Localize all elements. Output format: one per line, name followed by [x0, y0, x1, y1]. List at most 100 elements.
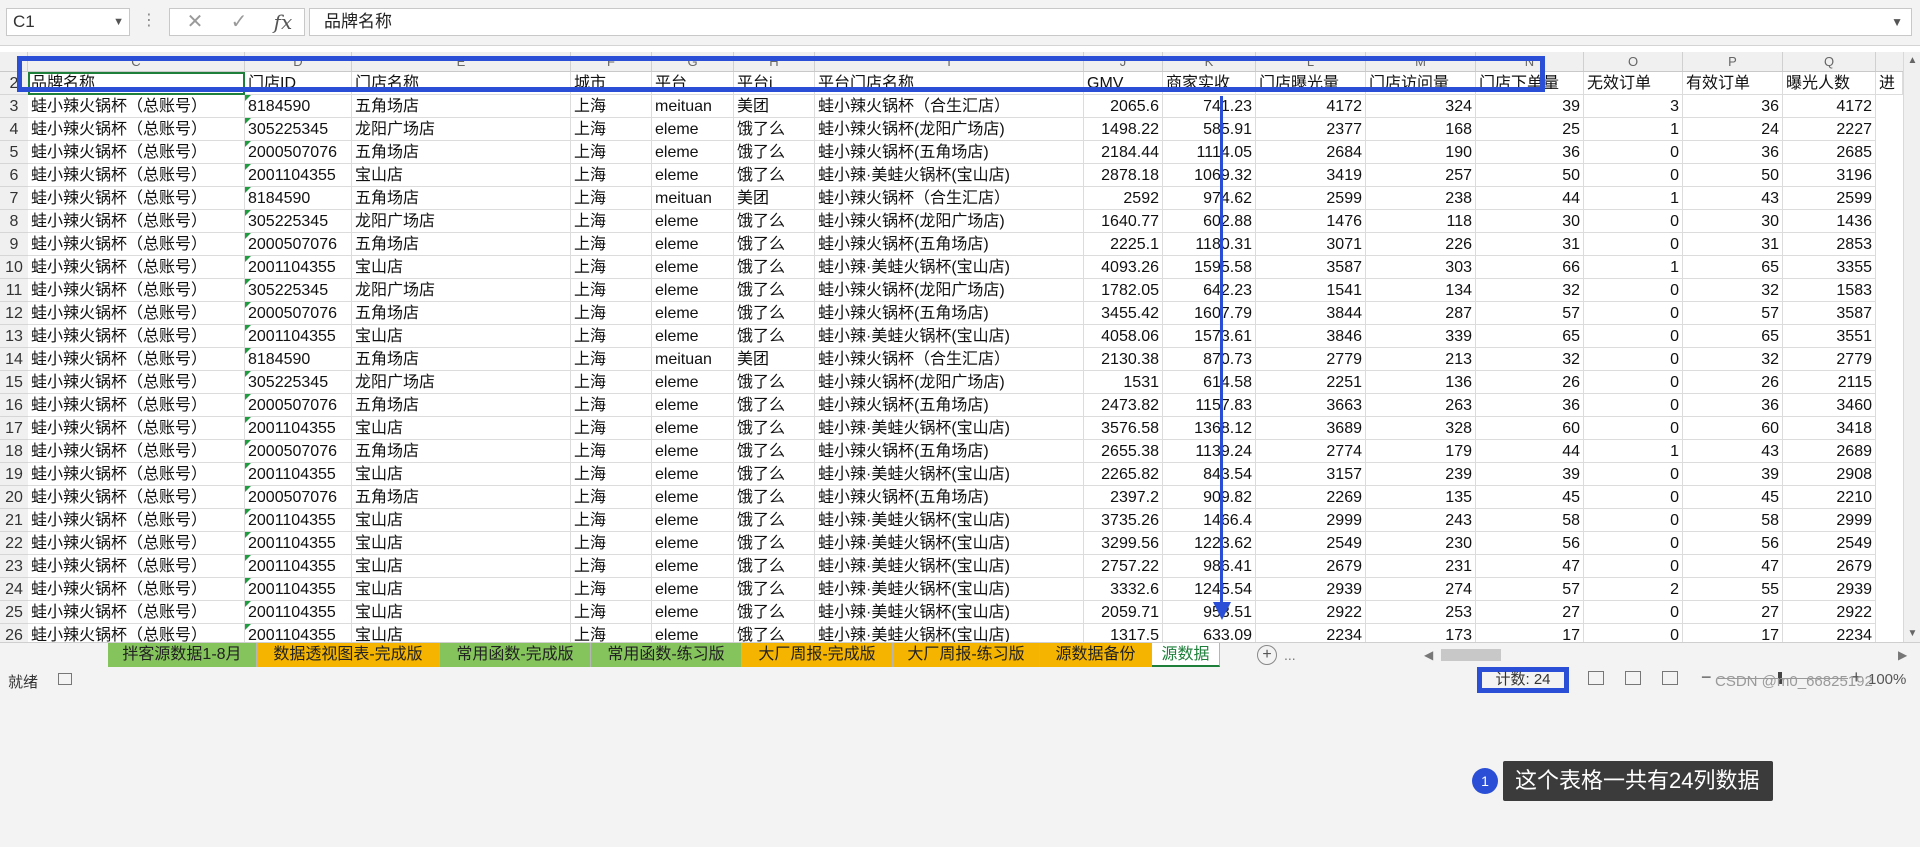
drag-handle-icon[interactable]: ⋮ — [141, 10, 157, 30]
table-cell[interactable]: 1223.62 — [1163, 532, 1256, 555]
sheet-tab[interactable]: 源数据备份 — [1040, 643, 1152, 667]
table-cell[interactable]: eleme — [652, 302, 734, 325]
table-cell[interactable]: 43 — [1683, 440, 1783, 463]
table-cell[interactable]: 蛙小辣火锅杯（总账号） — [28, 371, 245, 394]
table-cell[interactable]: 饿了么 — [734, 509, 815, 532]
table-cell[interactable]: 龙阳广场店 — [352, 371, 571, 394]
header-cell[interactable]: 有效订单 — [1683, 72, 1783, 95]
table-cell[interactable]: 339 — [1366, 325, 1476, 348]
table-cell[interactable]: 741.23 — [1163, 95, 1256, 118]
table-cell[interactable]: 宝山店 — [352, 417, 571, 440]
table-cell[interactable]: 0 — [1584, 325, 1683, 348]
table-cell[interactable]: 26 — [1683, 371, 1783, 394]
row-header-19[interactable]: 19 — [0, 463, 28, 486]
table-cell[interactable]: 3355 — [1783, 256, 1876, 279]
table-cell[interactable]: 蛙小辣·美蛙火锅杯(宝山店) — [815, 578, 1084, 601]
table-cell[interactable]: 上海 — [571, 348, 652, 371]
table-cell[interactable]: 26 — [1476, 371, 1584, 394]
table-cell[interactable]: 2001104355 — [245, 578, 352, 601]
table-cell[interactable]: 2000507076 — [245, 141, 352, 164]
table-cell[interactable]: 0 — [1584, 348, 1683, 371]
table-cell[interactable]: 1573.61 — [1163, 325, 1256, 348]
table-cell[interactable]: 324 — [1366, 95, 1476, 118]
table-cell[interactable]: 57 — [1476, 578, 1584, 601]
table-cell[interactable]: 蛙小辣火锅杯(五角场店) — [815, 141, 1084, 164]
table-cell[interactable]: 8184590 — [245, 95, 352, 118]
table-cell[interactable]: 上海 — [571, 95, 652, 118]
table-cell[interactable]: 287 — [1366, 302, 1476, 325]
table-cell[interactable]: 五角场店 — [352, 302, 571, 325]
table-cell[interactable]: 蛙小辣火锅杯（总账号） — [28, 302, 245, 325]
row-header-15[interactable]: 15 — [0, 371, 28, 394]
table-cell[interactable]: 2001104355 — [245, 325, 352, 348]
table-cell[interactable]: 宝山店 — [352, 532, 571, 555]
table-cell[interactable]: 上海 — [571, 118, 652, 141]
zoom-out-icon[interactable]: − — [1701, 667, 1712, 688]
table-cell[interactable]: 3196 — [1783, 164, 1876, 187]
table-cell[interactable]: 3663 — [1256, 394, 1366, 417]
vertical-scrollbar[interactable]: ▲ ▼ — [1903, 52, 1920, 642]
table-cell[interactable]: 47 — [1683, 555, 1783, 578]
table-cell[interactable]: 上海 — [571, 210, 652, 233]
table-cell[interactable]: 257 — [1366, 164, 1476, 187]
table-cell[interactable]: 蛙小辣火锅杯(五角场店) — [815, 233, 1084, 256]
table-cell[interactable]: 饿了么 — [734, 141, 815, 164]
table-cell[interactable]: eleme — [652, 279, 734, 302]
table-cell[interactable]: 2001104355 — [245, 601, 352, 624]
table-cell[interactable]: 饿了么 — [734, 302, 815, 325]
chevron-down-icon[interactable]: ▼ — [1891, 9, 1903, 35]
table-cell[interactable]: 宝山店 — [352, 509, 571, 532]
table-cell[interactable]: 2065.6 — [1084, 95, 1163, 118]
sheet-tab[interactable]: 大厂周报-完成版 — [742, 643, 893, 667]
table-cell[interactable]: 3846 — [1256, 325, 1366, 348]
table-cell[interactable]: 39 — [1476, 95, 1584, 118]
header-cell[interactable]: 曝光人数 — [1783, 72, 1876, 95]
row-header-14[interactable]: 14 — [0, 348, 28, 371]
table-cell[interactable]: 美团 — [734, 95, 815, 118]
table-cell[interactable]: 饿了么 — [734, 279, 815, 302]
table-cell[interactable]: 蛙小辣火锅杯（总账号） — [28, 463, 245, 486]
table-cell[interactable]: 305225345 — [245, 279, 352, 302]
table-cell[interactable]: 1640.77 — [1084, 210, 1163, 233]
table-cell[interactable]: 36 — [1476, 394, 1584, 417]
table-cell[interactable]: 2592 — [1084, 187, 1163, 210]
sheet-tab[interactable]: 源数据 — [1152, 643, 1220, 667]
table-cell[interactable]: 3576.58 — [1084, 417, 1163, 440]
table-cell[interactable]: 宝山店 — [352, 463, 571, 486]
table-cell[interactable]: 五角场店 — [352, 394, 571, 417]
table-cell[interactable]: 50 — [1476, 164, 1584, 187]
table-cell[interactable]: 上海 — [571, 463, 652, 486]
sheet-tab[interactable]: 大厂周报-练习版 — [893, 643, 1040, 667]
table-cell[interactable]: eleme — [652, 486, 734, 509]
table-cell[interactable]: 饿了么 — [734, 233, 815, 256]
count-indicator[interactable]: 计数: 24 — [1477, 667, 1569, 693]
table-cell[interactable]: 饿了么 — [734, 532, 815, 555]
row-header-25[interactable]: 25 — [0, 601, 28, 624]
table-cell[interactable]: 1157.83 — [1163, 394, 1256, 417]
table-cell[interactable]: 2684 — [1256, 141, 1366, 164]
table-cell[interactable]: 1368.12 — [1163, 417, 1256, 440]
table-cell[interactable]: 65 — [1683, 256, 1783, 279]
table-cell[interactable]: 2757.22 — [1084, 555, 1163, 578]
table-cell[interactable]: 2473.82 — [1084, 394, 1163, 417]
table-cell[interactable]: 986.41 — [1163, 555, 1256, 578]
table-cell[interactable]: 2599 — [1256, 187, 1366, 210]
cancel-icon[interactable]: ✕ — [178, 8, 212, 36]
table-cell[interactable]: 上海 — [571, 417, 652, 440]
table-cell[interactable]: meituan — [652, 95, 734, 118]
table-cell[interactable]: 上海 — [571, 486, 652, 509]
table-cell[interactable]: 2251 — [1256, 371, 1366, 394]
table-cell[interactable]: 66 — [1476, 256, 1584, 279]
table-cell[interactable]: 8184590 — [245, 348, 352, 371]
table-cell[interactable]: 1476 — [1256, 210, 1366, 233]
table-cell[interactable]: 60 — [1683, 417, 1783, 440]
table-cell[interactable]: 0 — [1584, 371, 1683, 394]
row-header-5[interactable]: 5 — [0, 141, 28, 164]
row-header-12[interactable]: 12 — [0, 302, 28, 325]
table-cell[interactable]: 蛙小辣火锅杯（总账号） — [28, 532, 245, 555]
table-cell[interactable]: 蛙小辣火锅杯（总账号） — [28, 601, 245, 624]
table-cell[interactable]: 231 — [1366, 555, 1476, 578]
row-header-9[interactable]: 9 — [0, 233, 28, 256]
table-cell[interactable]: 饿了么 — [734, 578, 815, 601]
table-cell[interactable]: 五角场店 — [352, 348, 571, 371]
